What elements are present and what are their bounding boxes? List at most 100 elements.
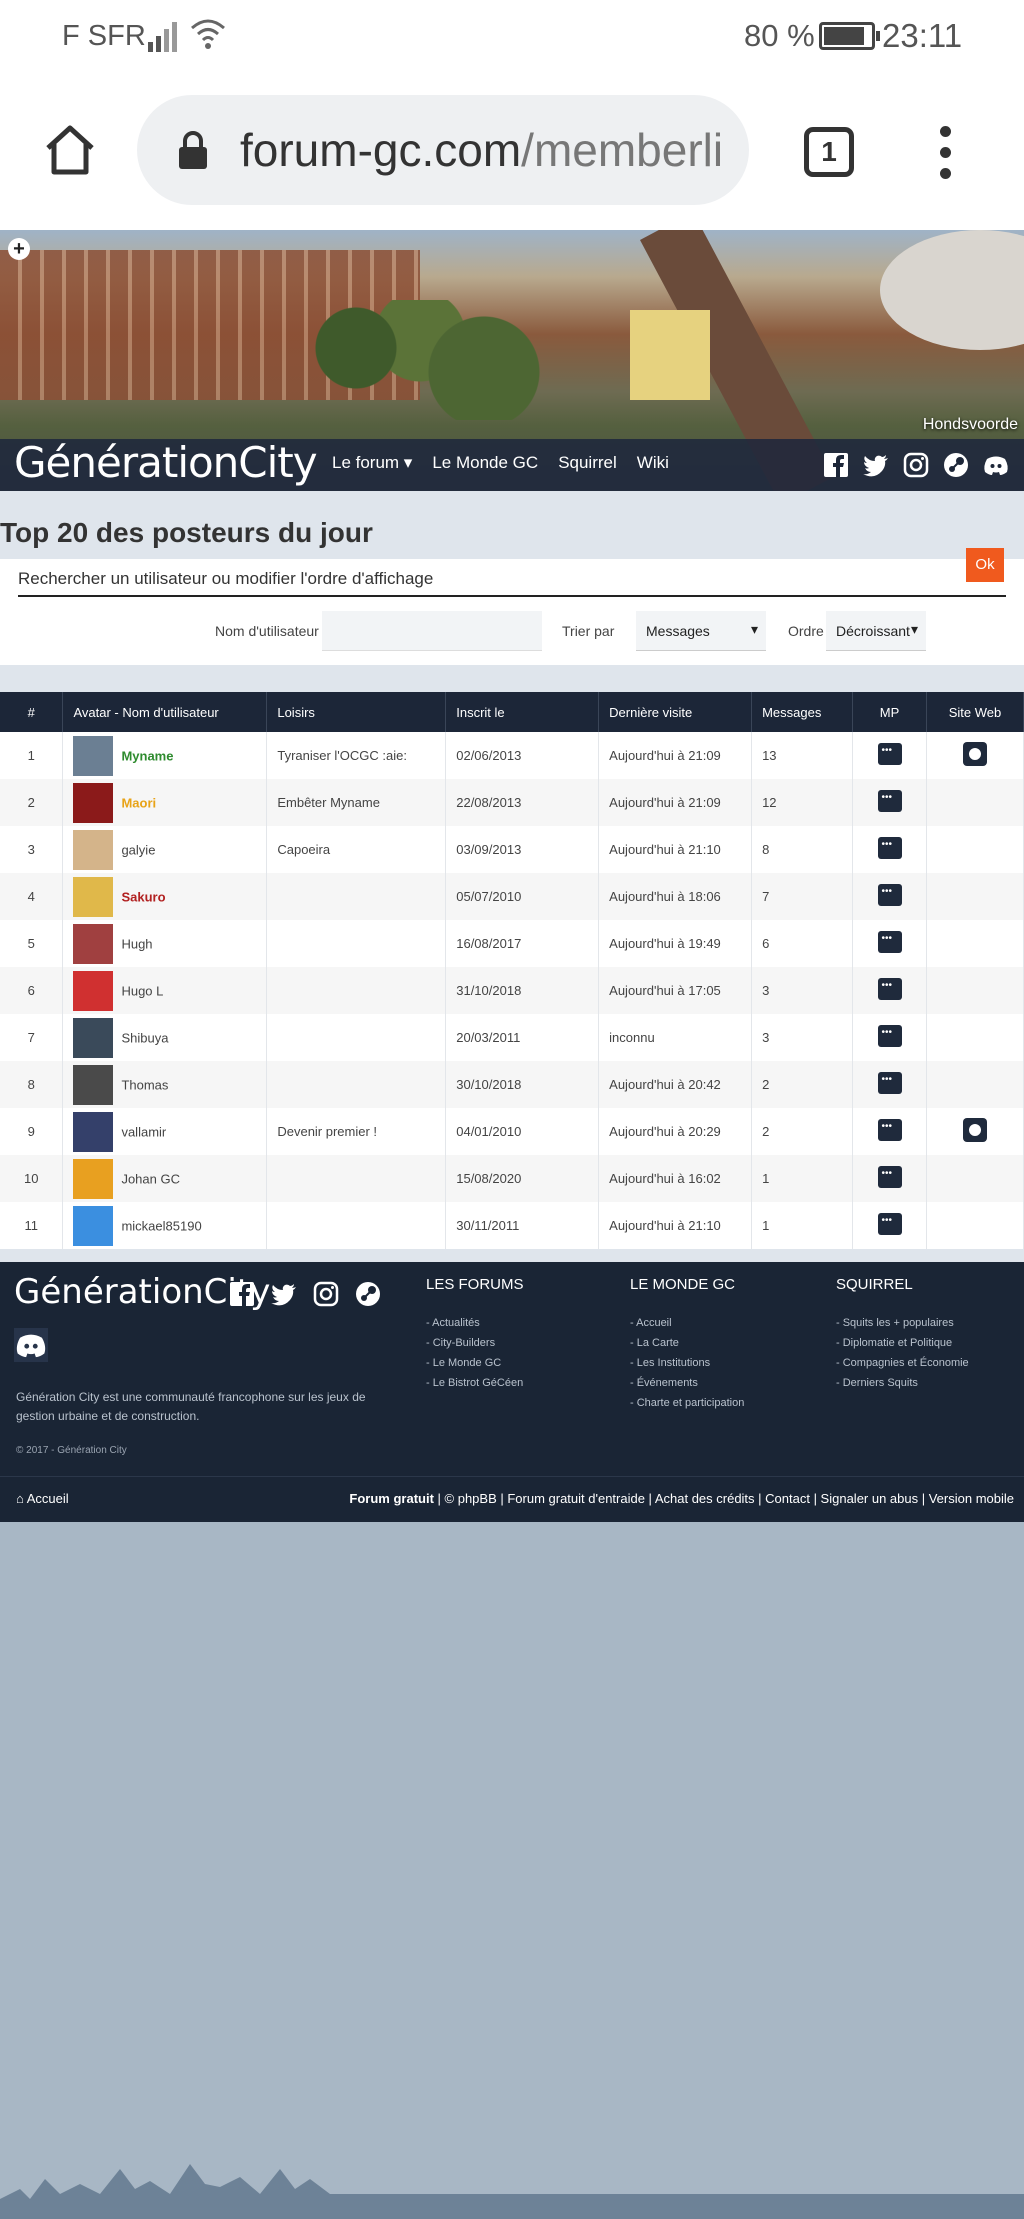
order-label: Ordre	[788, 623, 824, 639]
col-last-visit[interactable]: Dernière visite	[598, 692, 753, 732]
col-posts[interactable]: Messages	[751, 692, 854, 732]
avatar[interactable]	[73, 1064, 114, 1105]
private-message-icon[interactable]	[877, 978, 902, 1000]
instagram-icon[interactable]	[312, 1280, 340, 1308]
twitter-icon[interactable]	[270, 1280, 298, 1308]
col-joined[interactable]: Inscrit le	[445, 692, 600, 732]
user-cell[interactable]: vallamir	[62, 1108, 268, 1155]
private-message-icon[interactable]	[877, 1166, 902, 1188]
footer-link[interactable]: - Compagnies et Économie	[836, 1357, 969, 1369]
footer-copyright: © 2017 - Génération City	[16, 1445, 127, 1456]
address-bar[interactable]: forum-gc.com/memberli	[137, 95, 749, 205]
col-user[interactable]: Avatar - Nom d'utilisateur	[62, 692, 268, 732]
private-message-icon[interactable]	[877, 790, 902, 812]
footer-link[interactable]: - Squits les + populaires	[836, 1317, 969, 1329]
user-cell[interactable]: Johan GC	[62, 1155, 268, 1202]
table-row: 3 galyie Capoeira 03/09/2013 Aujourd'hui à 2…	[0, 826, 1024, 873]
footer-home-link[interactable]: ⌂ Accueil	[16, 1491, 69, 1506]
facebook-icon[interactable]	[822, 451, 850, 479]
user-cell[interactable]: Maori	[62, 779, 268, 826]
avatar[interactable]	[73, 1158, 114, 1199]
steam-icon[interactable]	[354, 1280, 382, 1308]
discord-icon[interactable]	[14, 1328, 48, 1362]
avatar[interactable]	[73, 735, 114, 776]
tab-switcher-button[interactable]: 1	[804, 127, 854, 177]
footer-link[interactable]: - Le Monde GC	[426, 1357, 524, 1369]
user-cell[interactable]: galyie	[62, 826, 268, 873]
avatar[interactable]	[73, 782, 114, 823]
footer-link[interactable]: - Les Institutions	[630, 1357, 744, 1369]
username-link[interactable]: Thomas	[121, 1077, 168, 1092]
ok-button[interactable]: Ok	[966, 548, 1004, 582]
lock-icon	[179, 131, 207, 169]
footer-link[interactable]: - Accueil	[630, 1317, 744, 1329]
user-cell[interactable]: Sakuro	[62, 873, 268, 920]
nav-item-wiki[interactable]: Wiki	[637, 453, 669, 473]
nav-item-monde-gc[interactable]: Le Monde GC	[432, 453, 538, 473]
nav-item-squirrel[interactable]: Squirrel	[558, 453, 617, 473]
user-cell[interactable]: Shibuya	[62, 1014, 268, 1061]
site-footer: GénérationCity Génération City est une c…	[0, 1262, 1024, 1522]
username-link[interactable]: vallamir	[121, 1124, 166, 1139]
website-globe-icon[interactable]	[963, 742, 987, 766]
footer-link[interactable]: - Charte et participation	[630, 1397, 744, 1409]
user-cell[interactable]: Hugo L	[62, 967, 268, 1014]
pm-cell	[852, 1108, 927, 1155]
private-message-icon[interactable]	[877, 837, 902, 859]
username-link[interactable]: Sakuro	[121, 889, 165, 904]
username-link[interactable]: Myname	[121, 748, 173, 763]
private-message-icon[interactable]	[877, 1025, 902, 1047]
twitter-icon[interactable]	[862, 451, 890, 479]
website-globe-icon[interactable]	[963, 1118, 987, 1142]
footer-link[interactable]: - City-Builders	[426, 1337, 524, 1349]
footer-link[interactable]: - Diplomatie et Politique	[836, 1337, 969, 1349]
avatar[interactable]	[73, 1017, 114, 1058]
avatar[interactable]	[73, 923, 114, 964]
username-link[interactable]: Hugh	[121, 936, 152, 951]
discord-icon[interactable]	[982, 451, 1010, 479]
site-logo[interactable]: GénérationCity	[14, 438, 318, 487]
expand-plus-icon[interactable]: +	[8, 238, 30, 260]
username-link[interactable]: Johan GC	[121, 1171, 180, 1186]
steam-icon[interactable]	[942, 451, 970, 479]
user-cell[interactable]: Thomas	[62, 1061, 268, 1108]
user-cell[interactable]: Hugh	[62, 920, 268, 967]
private-message-icon[interactable]	[877, 743, 902, 765]
private-message-icon[interactable]	[877, 884, 902, 906]
overflow-menu-icon[interactable]	[935, 126, 955, 186]
nav-item-forum[interactable]: Le forum ▾	[332, 453, 412, 473]
order-select[interactable]: Décroissant	[826, 611, 926, 651]
footer-link[interactable]: - Actualités	[426, 1317, 524, 1329]
avatar[interactable]	[73, 829, 114, 870]
private-message-icon[interactable]	[877, 1213, 902, 1235]
username-link[interactable]: Hugo L	[121, 983, 163, 998]
facebook-icon[interactable]	[228, 1280, 256, 1308]
username-link[interactable]: mickael85190	[121, 1218, 201, 1233]
username-link[interactable]: galyie	[121, 842, 155, 857]
private-message-icon[interactable]	[877, 1119, 902, 1141]
website-cell	[926, 779, 1024, 826]
avatar[interactable]	[73, 876, 114, 917]
avatar[interactable]	[73, 970, 114, 1011]
avatar[interactable]	[73, 1205, 114, 1246]
username-input[interactable]	[322, 611, 542, 651]
private-message-icon[interactable]	[877, 1072, 902, 1094]
footer-link[interactable]: - Événements	[630, 1377, 744, 1389]
footer-link[interactable]: - Le Bistrot GéCéen	[426, 1377, 524, 1389]
footer-legal-links[interactable]: Forum gratuit | © phpBB | Forum gratuit …	[349, 1491, 1014, 1506]
user-cell[interactable]: Myname	[62, 732, 268, 779]
sort-select[interactable]: Messages	[636, 611, 766, 651]
joined-cell: 30/10/2018	[445, 1061, 600, 1108]
instagram-icon[interactable]	[902, 451, 930, 479]
private-message-icon[interactable]	[877, 931, 902, 953]
username-link[interactable]: Maori	[121, 795, 156, 810]
user-cell[interactable]: mickael85190	[62, 1202, 268, 1249]
col-hobbies[interactable]: Loisirs	[266, 692, 447, 732]
footer-legal-text[interactable]: | © phpBB | Forum gratuit d'entraide | A…	[434, 1491, 1014, 1506]
footer-link[interactable]: - La Carte	[630, 1337, 744, 1349]
forum-gratuit-link[interactable]: Forum gratuit	[349, 1491, 434, 1506]
username-link[interactable]: Shibuya	[121, 1030, 168, 1045]
avatar[interactable]	[73, 1111, 114, 1152]
home-icon[interactable]	[40, 120, 100, 180]
footer-link[interactable]: - Derniers Squits	[836, 1377, 969, 1389]
